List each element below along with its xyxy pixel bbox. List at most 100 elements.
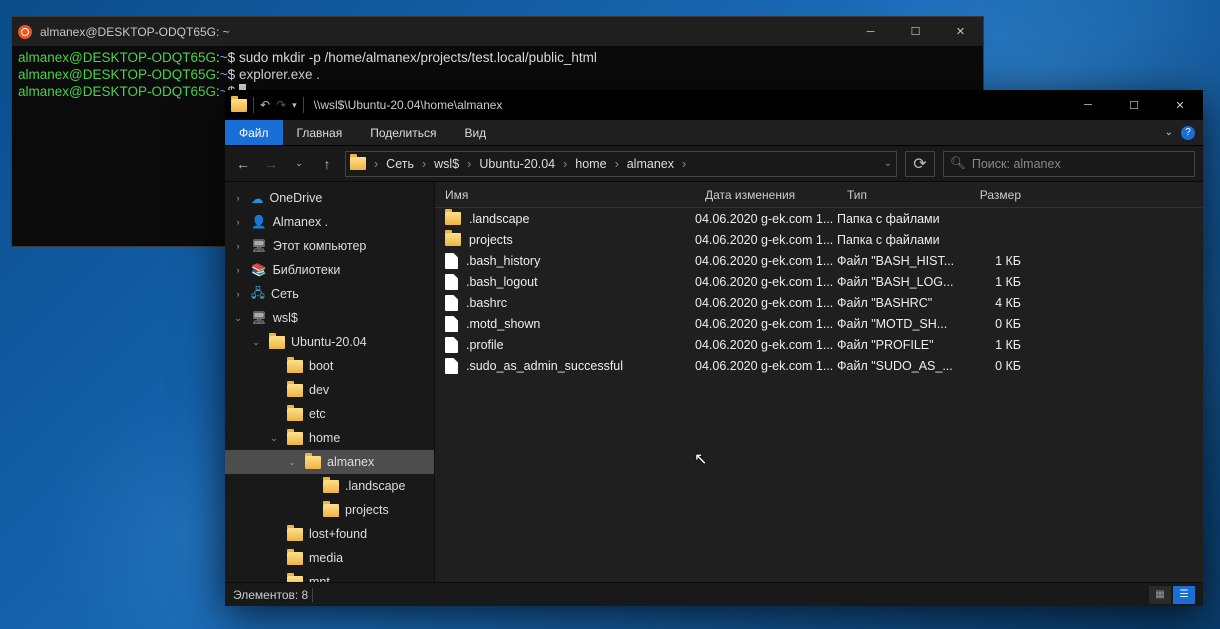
ribbon-collapse-icon[interactable]: ⌄ — [1165, 127, 1173, 138]
tree-item[interactable]: › ☁ OneDrive — [225, 186, 434, 210]
chevron-right-icon[interactable]: › — [680, 157, 688, 171]
tab-view[interactable]: Вид — [450, 120, 500, 145]
col-name[interactable]: Имя — [435, 188, 695, 202]
address-dropdown-icon[interactable]: ⌄ — [884, 158, 892, 169]
col-date[interactable]: Дата изменения — [695, 188, 837, 202]
lib-icon: 📚 — [251, 263, 267, 278]
tree-item[interactable]: ⌄🖥wsl$ — [225, 306, 434, 330]
crumb[interactable]: home — [571, 157, 610, 171]
chevron-right-icon[interactable]: › — [372, 157, 380, 171]
file-size: 1 КБ — [955, 275, 1035, 289]
pc-icon: 🖥 — [251, 311, 267, 326]
explorer-titlebar[interactable]: ↶ ↷ ▾ \\wsl$\Ubuntu-20.04\home\almanex ─… — [225, 90, 1203, 120]
tab-home[interactable]: Главная — [283, 120, 357, 145]
tree-item[interactable]: ⌄almanex — [225, 450, 434, 474]
file-row[interactable]: .bashrc04.06.2020 g-ek.com 1...Файл "BAS… — [435, 292, 1203, 313]
status-text: Элементов: 8 — [233, 588, 308, 602]
tree-twisty-icon[interactable]: › — [231, 289, 245, 299]
tree-item[interactable]: mnt — [225, 570, 434, 582]
tree-twisty-icon[interactable]: ⌄ — [285, 457, 299, 468]
tree-twisty-icon[interactable]: › — [231, 241, 245, 251]
tree-item[interactable]: etc — [225, 402, 434, 426]
column-headers[interactable]: Имя Дата изменения Тип Размер — [435, 182, 1203, 208]
tab-file[interactable]: Файл — [225, 120, 283, 145]
file-name: .motd_shown — [466, 317, 540, 331]
tree-label: OneDrive — [270, 191, 323, 205]
tree-item[interactable]: ›📚Библиотеки — [225, 258, 434, 282]
terminal-title: almanex@DESKTOP-ODQT65G: ~ — [40, 25, 230, 39]
file-row[interactable]: .profile04.06.2020 g-ek.com 1...Файл "PR… — [435, 334, 1203, 355]
tree-twisty-icon[interactable]: › — [231, 265, 245, 275]
maximize-button[interactable]: ☐ — [1111, 90, 1157, 120]
back-button[interactable]: ← — [233, 156, 253, 172]
tree-label: .landscape — [345, 479, 405, 493]
undo-icon[interactable]: ↶ — [260, 98, 270, 112]
file-row[interactable]: .sudo_as_admin_successful04.06.2020 g-ek… — [435, 355, 1203, 376]
file-row[interactable]: .bash_history04.06.2020 g-ek.com 1...Фай… — [435, 250, 1203, 271]
file-type: Файл "BASH_HIST... — [837, 254, 955, 268]
tree-twisty-icon[interactable]: ⌄ — [267, 433, 281, 444]
cloud-icon: ☁ — [251, 191, 264, 206]
recent-dropdown-icon[interactable]: ⌄ — [289, 158, 309, 169]
chevron-right-icon[interactable]: › — [561, 157, 569, 171]
tree-item[interactable]: ⌄ home — [225, 426, 434, 450]
file-icon — [445, 253, 458, 269]
tree-item[interactable]: boot — [225, 354, 434, 378]
tree-item[interactable]: lost+found — [225, 522, 434, 546]
crumb[interactable]: almanex — [623, 157, 678, 171]
close-button[interactable]: ✕ — [938, 17, 983, 46]
forward-button[interactable]: → — [261, 156, 281, 172]
help-icon[interactable]: ? — [1181, 126, 1195, 140]
file-type: Файл "MOTD_SH... — [837, 317, 955, 331]
redo-icon[interactable]: ↷ — [276, 98, 286, 112]
maximize-button[interactable]: ☐ — [893, 17, 938, 46]
refresh-button[interactable]: ⟳ — [905, 151, 935, 177]
window-title-path: \\wsl$\Ubuntu-20.04\home\almanex — [314, 98, 503, 112]
file-type: Файл "PROFILE" — [837, 338, 955, 352]
tree-label: home — [309, 431, 340, 445]
tree-item[interactable]: dev — [225, 378, 434, 402]
minimize-button[interactable]: ─ — [1065, 90, 1111, 120]
file-row[interactable]: .bash_logout04.06.2020 g-ek.com 1...Файл… — [435, 271, 1203, 292]
tree-item[interactable]: media — [225, 546, 434, 570]
crumb[interactable]: wsl$ — [430, 157, 463, 171]
minimize-button[interactable]: ─ — [848, 17, 893, 46]
tree-item[interactable]: .landscape — [225, 474, 434, 498]
tree-item[interactable]: ⌄Ubuntu-20.04 — [225, 330, 434, 354]
chevron-right-icon[interactable]: › — [613, 157, 621, 171]
search-icon: 🔍︎ — [950, 156, 966, 171]
view-details-button[interactable]: ☰ — [1173, 586, 1195, 604]
terminal-titlebar[interactable]: almanex@DESKTOP-ODQT65G: ~ ─ ☐ ✕ — [12, 17, 983, 46]
folder-icon — [350, 157, 366, 170]
tree-item[interactable]: ›🖥Этот компьютер — [225, 234, 434, 258]
terminal-line: almanex@DESKTOP-ODQT65G:~$ sudo mkdir -p… — [18, 50, 977, 67]
crumb[interactable]: Сеть — [382, 157, 418, 171]
tab-share[interactable]: Поделиться — [356, 120, 450, 145]
col-type[interactable]: Тип — [837, 188, 955, 202]
chevron-right-icon[interactable]: › — [465, 157, 473, 171]
tree-twisty-icon[interactable]: ⌄ — [249, 337, 263, 348]
terminal-line: almanex@DESKTOP-ODQT65G:~$ explorer.exe … — [18, 67, 977, 84]
file-row[interactable]: .motd_shown04.06.2020 g-ek.com 1...Файл … — [435, 313, 1203, 334]
up-button[interactable]: ↑ — [317, 156, 337, 172]
close-button[interactable]: ✕ — [1157, 90, 1203, 120]
folder-icon — [287, 384, 303, 397]
crumb[interactable]: Ubuntu-20.04 — [475, 157, 559, 171]
search-input[interactable]: 🔍︎ Поиск: almanex — [943, 151, 1195, 177]
chevron-right-icon[interactable]: › — [420, 157, 428, 171]
tree-item[interactable]: ›👤Almanex . — [225, 210, 434, 234]
nav-tree[interactable]: ›☁OneDrive›👤Almanex .›🖥Этот компьютер›📚Б… — [225, 182, 435, 582]
view-large-icons-button[interactable]: ▦ — [1149, 586, 1171, 604]
chevron-down-icon[interactable]: ▾ — [292, 100, 297, 111]
tree-twisty-icon[interactable]: › — [231, 193, 245, 203]
file-row[interactable]: .landscape04.06.2020 g-ek.com 1...Папка … — [435, 208, 1203, 229]
tree-twisty-icon[interactable]: ⌄ — [231, 313, 245, 324]
file-rows[interactable]: .landscape04.06.2020 g-ek.com 1...Папка … — [435, 208, 1203, 582]
breadcrumb[interactable]: › Сеть›wsl$›Ubuntu-20.04›home›almanex›⌄ — [345, 151, 897, 177]
tree-twisty-icon[interactable]: › — [231, 217, 245, 227]
file-date: 04.06.2020 g-ek.com 1... — [695, 338, 837, 352]
tree-item[interactable]: ›🖧Сеть — [225, 282, 434, 306]
col-size[interactable]: Размер — [955, 188, 1035, 202]
file-row[interactable]: projects04.06.2020 g-ek.com 1...Папка с … — [435, 229, 1203, 250]
tree-item[interactable]: projects — [225, 498, 434, 522]
